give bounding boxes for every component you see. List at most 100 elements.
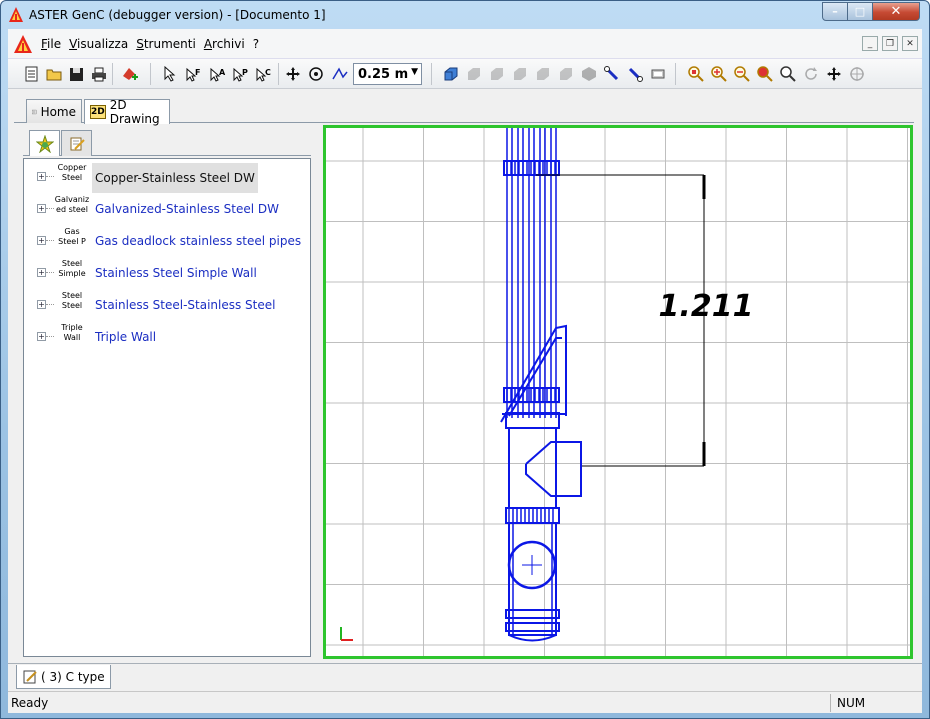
new-icon[interactable]: [22, 64, 42, 84]
mdi-restore-button[interactable]: ❐: [882, 36, 898, 51]
tree-connector: [46, 272, 54, 273]
tree-connector: [46, 304, 54, 305]
select-multiple-icon[interactable]: F: [184, 64, 204, 84]
window-title: ASTER GenC (debugger version) - [Documen…: [29, 8, 326, 22]
home-doc-icon: [32, 109, 37, 114]
star-icon: [35, 134, 54, 153]
menu-archivi[interactable]: Archivi: [200, 37, 249, 51]
dimension-label: 1.211: [659, 289, 754, 324]
tree-connector: [46, 208, 54, 209]
zoom-in-icon[interactable]: [709, 64, 729, 84]
zoom-window-icon[interactable]: [686, 64, 706, 84]
tree-item-label: Stainless Steel-Stainless Steel: [95, 298, 276, 312]
expand-icon[interactable]: +: [37, 300, 46, 309]
pan-icon[interactable]: [283, 64, 303, 84]
tree-item-thumbnail: Gas Steel P: [58, 227, 86, 246]
rotate-icon[interactable]: [306, 64, 326, 84]
tree-item[interactable]: + Steel Steel Stainless Steel-Stainless St…: [24, 289, 310, 321]
tree-item-label: Stainless Steel Simple Wall: [95, 266, 257, 280]
view-iso-back-icon[interactable]: [464, 64, 484, 84]
tree-item[interactable]: + Copper Steel Copper-Stainless Steel DW: [24, 161, 310, 193]
tree-item[interactable]: + Triple Wall Triple Wall: [24, 321, 310, 353]
mdi-close-button[interactable]: ✕: [902, 36, 918, 51]
mdi-minimize-button[interactable]: _: [862, 36, 878, 51]
client-area: File Visualizza Strumenti Archivi ? _ ❐ …: [8, 29, 922, 713]
expand-icon[interactable]: +: [37, 268, 46, 277]
title-bar[interactable]: ASTER GenC (debugger version) - [Documen…: [1, 1, 929, 29]
wrench-icon[interactable]: [602, 64, 622, 84]
move-view-icon[interactable]: [824, 64, 844, 84]
solid-icon[interactable]: [579, 64, 599, 84]
tree-connector: [46, 240, 54, 241]
tree-item[interactable]: + Steel Simple Stainless Steel Simple Wall: [24, 257, 310, 289]
product-tree: + Copper Steel Copper-Stainless Steel DW + G…: [23, 158, 311, 657]
view-iso-top-icon[interactable]: [533, 64, 553, 84]
tree-item-label: Gas deadlock stainless steel pipes: [95, 234, 302, 248]
tree-item-thumbnail: Galvaniz ed steel: [54, 195, 90, 214]
document-tabs: Home 2D 2D Drawing: [14, 97, 914, 126]
tab-home[interactable]: Home: [26, 99, 82, 123]
menu-strumenti[interactable]: Strumenti: [132, 37, 200, 51]
svg-text:P: P: [242, 68, 248, 77]
drawing-canvas[interactable]: 1.211: [323, 125, 913, 659]
select-a-icon[interactable]: A: [208, 64, 228, 84]
zoom-realtime-icon[interactable]: [778, 64, 798, 84]
tree-item[interactable]: + Galvaniz ed steel Galvanized-Stainless S…: [24, 193, 310, 225]
menu-file[interactable]: File: [37, 37, 65, 51]
svg-text:A: A: [219, 68, 226, 77]
polyline-icon[interactable]: [330, 64, 350, 84]
frame-icon[interactable]: [648, 64, 668, 84]
aster-logo-icon: [9, 7, 23, 22]
tree-item-thumbnail: Triple Wall: [61, 323, 83, 342]
branch-line: [508, 337, 562, 417]
close-button[interactable]: ✕: [872, 2, 920, 21]
status-bar: Ready NUM: [8, 691, 922, 713]
drawing-svg[interactable]: 1.211: [326, 128, 910, 656]
wrench-b-icon[interactable]: [625, 64, 645, 84]
tree-item[interactable]: + Gas Steel P Gas deadlock stainless steel…: [24, 225, 310, 257]
favorites-tab[interactable]: [29, 130, 60, 156]
application-window: ASTER GenC (debugger version) - [Documen…: [0, 0, 930, 719]
view-iso-left-icon[interactable]: [487, 64, 507, 84]
add-component-icon[interactable]: [120, 64, 140, 84]
notes-tab[interactable]: [61, 130, 92, 156]
select-c-icon[interactable]: C: [254, 64, 274, 84]
expand-icon[interactable]: +: [37, 236, 46, 245]
menu-help[interactable]: ?: [249, 37, 263, 51]
save-icon[interactable]: [66, 64, 86, 84]
zoom-out-icon[interactable]: [732, 64, 752, 84]
view-iso-bottom-icon[interactable]: [556, 64, 576, 84]
tee-body: [508, 427, 557, 509]
tab-2d-drawing[interactable]: 2D 2D Drawing: [84, 98, 170, 126]
tree-item-thumbnail: Steel Simple: [58, 259, 86, 278]
minimize-button[interactable]: –: [822, 2, 848, 21]
tee-outlet: [525, 441, 582, 497]
scale-dropdown[interactable]: 0.25 m ▼: [353, 63, 422, 85]
view-iso-right-icon[interactable]: [510, 64, 530, 84]
print-icon[interactable]: [89, 64, 109, 84]
view-iso-front-icon[interactable]: [441, 64, 461, 84]
orbit-icon[interactable]: [847, 64, 867, 84]
menu-visualizza[interactable]: Visualizza: [65, 37, 132, 51]
svg-text:C: C: [265, 68, 271, 77]
select-arrow-icon[interactable]: [160, 64, 180, 84]
select-p-icon[interactable]: P: [231, 64, 251, 84]
tree-connector: [46, 336, 54, 337]
document-logo-icon[interactable]: [12, 33, 34, 55]
expand-icon[interactable]: +: [37, 332, 46, 341]
zoom-all-icon[interactable]: [755, 64, 775, 84]
refresh-icon[interactable]: [801, 64, 821, 84]
base-ring: [505, 609, 560, 619]
2d-icon: 2D: [90, 105, 106, 119]
catalog-panel: + Copper Steel Copper-Stainless Steel DW + G…: [23, 128, 311, 657]
expand-icon[interactable]: +: [37, 204, 46, 213]
drawing-tool-icon: [23, 670, 37, 683]
open-icon[interactable]: [44, 64, 64, 84]
maximize-button[interactable]: □: [847, 2, 873, 21]
tree-item-label: Galvanized-Stainless Steel DW: [95, 202, 280, 216]
tab-c-type[interactable]: ( 3) C type: [16, 665, 111, 689]
notes-icon: [70, 137, 85, 150]
num-lock-indicator: NUM: [830, 694, 880, 712]
expand-icon[interactable]: +: [37, 172, 46, 181]
panel-tabs: [23, 128, 311, 156]
